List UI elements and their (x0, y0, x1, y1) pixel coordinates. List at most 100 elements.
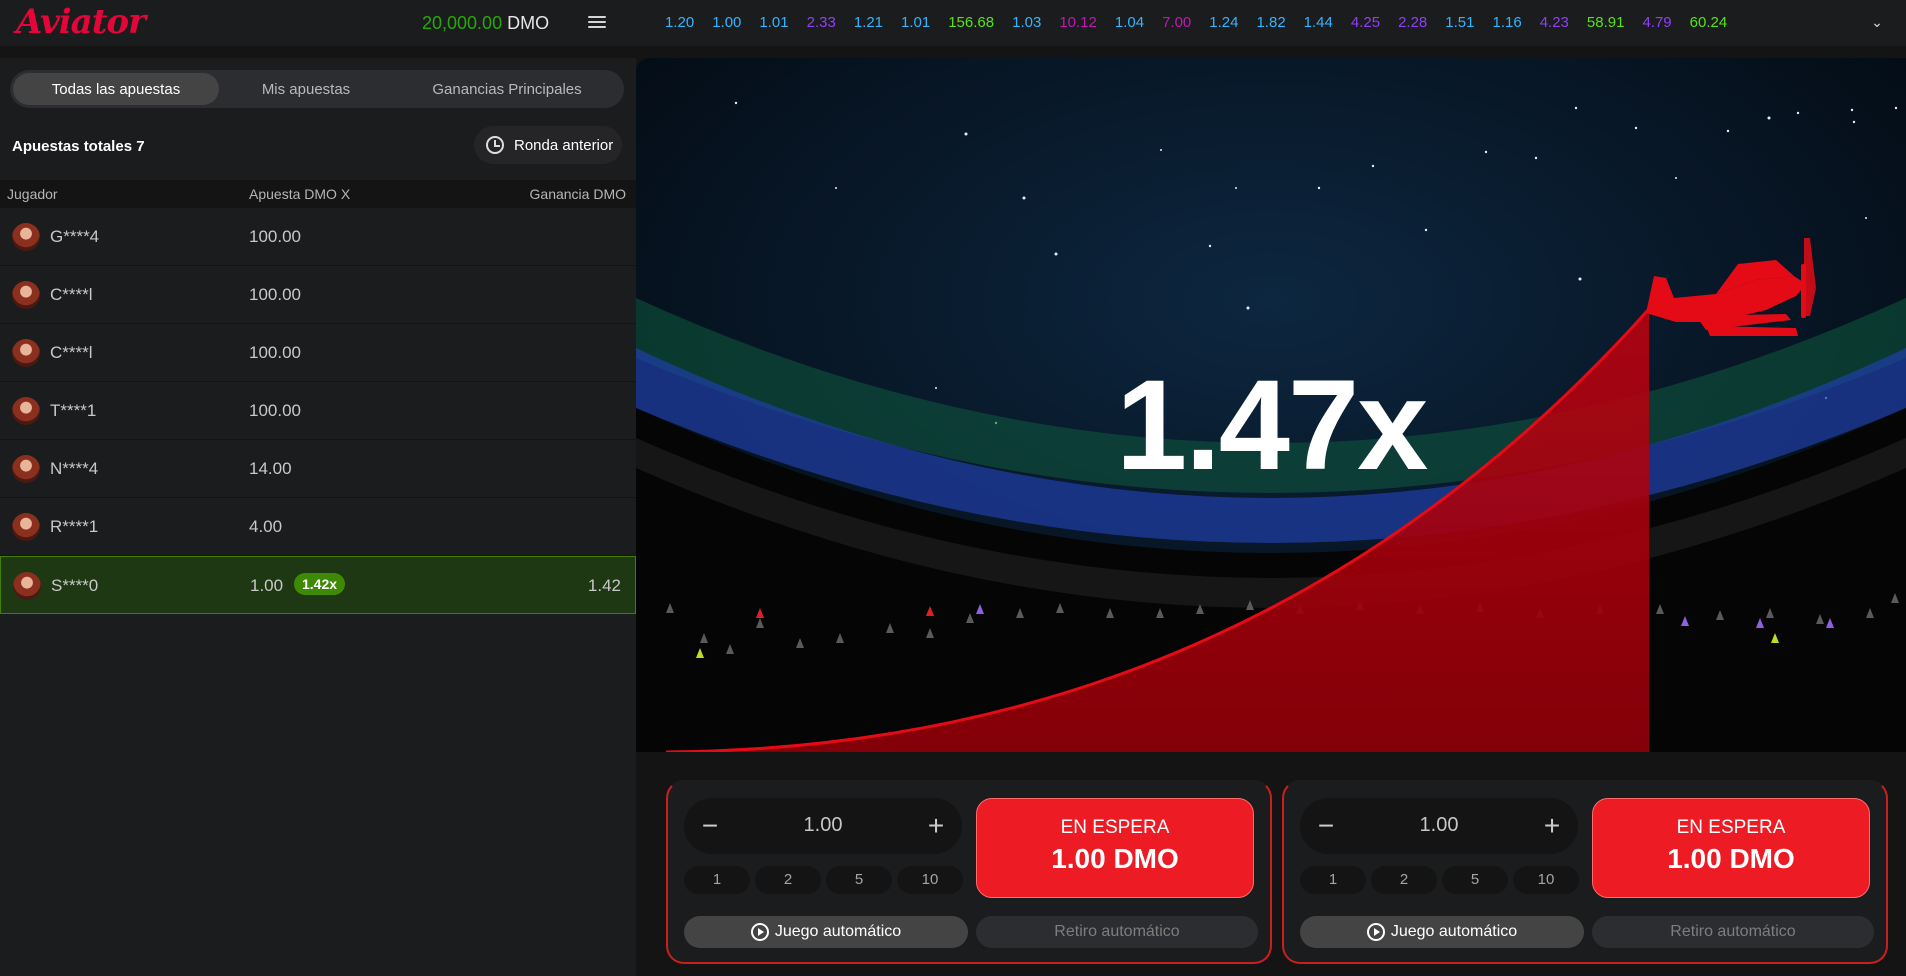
bet-button-amount: 1.00 DMO (1051, 843, 1179, 874)
history-multiplier[interactable]: 1.04 (1115, 14, 1144, 31)
increase-bet-button[interactable]: + (922, 812, 950, 840)
previous-round-button[interactable]: Ronda anterior (474, 126, 622, 164)
win-amount: 1.42 (587, 576, 621, 595)
history-multiplier[interactable]: 1.44 (1304, 14, 1333, 31)
bet-amount: 100.00 (249, 285, 301, 304)
bets-panel: Todas las apuestas Mis apuestas Ganancia… (0, 58, 636, 976)
bet-amount: 4.00 (249, 517, 283, 536)
history-multiplier[interactable]: 10.12 (1059, 14, 1097, 31)
bet-panel-1: − 1.00 + 1 2 5 10 EN ESPERA 1.00 DMO Jue… (666, 780, 1272, 964)
history-multiplier[interactable]: 4.23 (1540, 14, 1569, 31)
auto-cashout-button[interactable]: Retiro automático (1592, 916, 1874, 948)
player-name: T****1 (50, 401, 97, 420)
table-row: G****4 100.00 (0, 208, 636, 266)
avatar (12, 339, 40, 367)
table-row: C****l 100.00 (0, 324, 636, 382)
bets-tabs: Todas las apuestas Mis apuestas Ganancia… (10, 70, 624, 108)
table-row: R****1 4.00 (0, 498, 636, 556)
history-multiplier[interactable]: 1.01 (759, 14, 788, 31)
decrease-bet-button[interactable]: − (1312, 812, 1340, 840)
quick-bet-button[interactable]: 5 (826, 866, 892, 894)
history-multiplier[interactable]: 4.25 (1351, 14, 1380, 31)
auto-cashout-button[interactable]: Retiro automático (976, 916, 1258, 948)
game-canvas: 1.47x (636, 58, 1906, 752)
avatar (12, 397, 40, 425)
history-multiplier[interactable]: 4.79 (1642, 14, 1671, 31)
previous-round-label: Ronda anterior (514, 136, 614, 154)
history-multiplier[interactable]: 2.28 (1398, 14, 1427, 31)
bet-amount-input[interactable]: 1.00 (1360, 814, 1518, 837)
player-name: R****1 (50, 517, 99, 536)
history-multiplier[interactable]: 156.68 (948, 14, 994, 31)
avatar (12, 281, 40, 309)
history-multiplier[interactable]: 58.91 (1587, 14, 1625, 31)
avatar (12, 455, 40, 483)
autoplay-icon (1366, 923, 1385, 941)
aviator-logo[interactable]: Aviator (16, 2, 146, 42)
table-row-winner: S****0 1.00 1.42x 1.42 (0, 556, 636, 614)
history-multiplier[interactable]: 1.21 (854, 14, 883, 31)
bet-amount: 14.00 (249, 459, 292, 478)
tab-top-wins[interactable]: Ganancias Principales (393, 73, 621, 105)
increase-bet-button[interactable]: + (1538, 812, 1566, 840)
history-multiplier[interactable]: 1.24 (1209, 14, 1238, 31)
history-multiplier[interactable]: 1.00 (712, 14, 741, 31)
quick-bet-button[interactable]: 10 (1513, 866, 1579, 894)
chevron-down-icon[interactable]: ⌄ (1862, 10, 1892, 34)
total-bets: Apuestas totales 7 (12, 138, 145, 155)
quick-bet-button[interactable]: 1 (1300, 866, 1366, 894)
tab-my-bets[interactable]: Mis apuestas (219, 73, 393, 105)
player-name: S****0 (51, 576, 99, 595)
decrease-bet-button[interactable]: − (696, 812, 724, 840)
avatar (12, 223, 40, 251)
bet-button[interactable]: EN ESPERA 1.00 DMO (1592, 798, 1870, 898)
history-multiplier[interactable]: 7.00 (1162, 14, 1191, 31)
top-bar: Aviator 20,000.00 DMO 1.20 1.00 1.01 2.33 1.2… (0, 0, 1906, 46)
quick-bet-button[interactable]: 2 (755, 866, 821, 894)
bets-table-header: Jugador Apuesta DMO X Ganancia DMO (0, 180, 636, 208)
autoplay-icon (750, 923, 769, 941)
bet-amount-input[interactable]: 1.00 (744, 814, 902, 837)
bet-amount: 100.00 (249, 227, 301, 246)
history-multiplier[interactable]: 1.03 (1012, 14, 1041, 31)
bet-panel-2: − 1.00 + 1 2 5 10 EN ESPERA 1.00 DMO Jue… (1282, 780, 1888, 964)
quick-bet-button[interactable]: 10 (897, 866, 963, 894)
auto-play-label: Juego automático (1390, 923, 1518, 940)
bets-table: G****4 100.00 C****l 100.00 C****l 100.0… (0, 208, 636, 614)
quick-bet-button[interactable]: 2 (1371, 866, 1437, 894)
bet-amount-stepper: − 1.00 + (684, 798, 962, 854)
hamburger-menu-icon[interactable] (586, 13, 608, 33)
bet-amount: 1.00 (250, 576, 284, 595)
bet-button[interactable]: EN ESPERA 1.00 DMO (976, 798, 1254, 898)
tab-all-bets[interactable]: Todas las apuestas (13, 73, 219, 105)
avatar (12, 513, 40, 541)
history-multiplier[interactable]: 1.20 (665, 14, 694, 31)
table-row: C****l 100.00 (0, 266, 636, 324)
history-multiplier[interactable]: 1.01 (901, 14, 930, 31)
multiplier-history: 1.20 1.00 1.01 2.33 1.21 1.01 156.68 1.03 10.12 1… (656, 0, 1856, 44)
auto-play-button[interactable]: Juego automático (1300, 916, 1584, 948)
player-name: C****l (50, 343, 93, 362)
quick-bet-button[interactable]: 5 (1442, 866, 1508, 894)
bet-amount: 100.00 (249, 401, 301, 420)
auto-play-label: Juego automático (774, 923, 902, 940)
col-player: Jugador (7, 186, 58, 202)
bet-button-amount: 1.00 DMO (1667, 843, 1795, 874)
table-row: N****4 14.00 (0, 440, 636, 498)
col-win: Ganancia DMO (529, 186, 626, 202)
player-name: N****4 (50, 459, 99, 478)
quick-bet-button[interactable]: 1 (684, 866, 750, 894)
bet-amount-stepper: − 1.00 + (1300, 798, 1578, 854)
table-row: T****1 100.00 (0, 382, 636, 440)
history-clock-icon (486, 136, 504, 154)
history-multiplier[interactable]: 60.24 (1690, 14, 1728, 31)
history-multiplier[interactable]: 1.82 (1256, 14, 1285, 31)
bet-status: EN ESPERA (1676, 817, 1786, 838)
auto-play-button[interactable]: Juego automático (684, 916, 968, 948)
history-multiplier[interactable]: 1.51 (1445, 14, 1474, 31)
col-bet: Apuesta DMO X (249, 186, 351, 202)
history-multiplier[interactable]: 1.16 (1492, 14, 1521, 31)
balance-currency: DMO (507, 13, 550, 33)
history-multiplier[interactable]: 2.33 (807, 14, 836, 31)
current-multiplier: 1.47x (1116, 354, 1428, 497)
